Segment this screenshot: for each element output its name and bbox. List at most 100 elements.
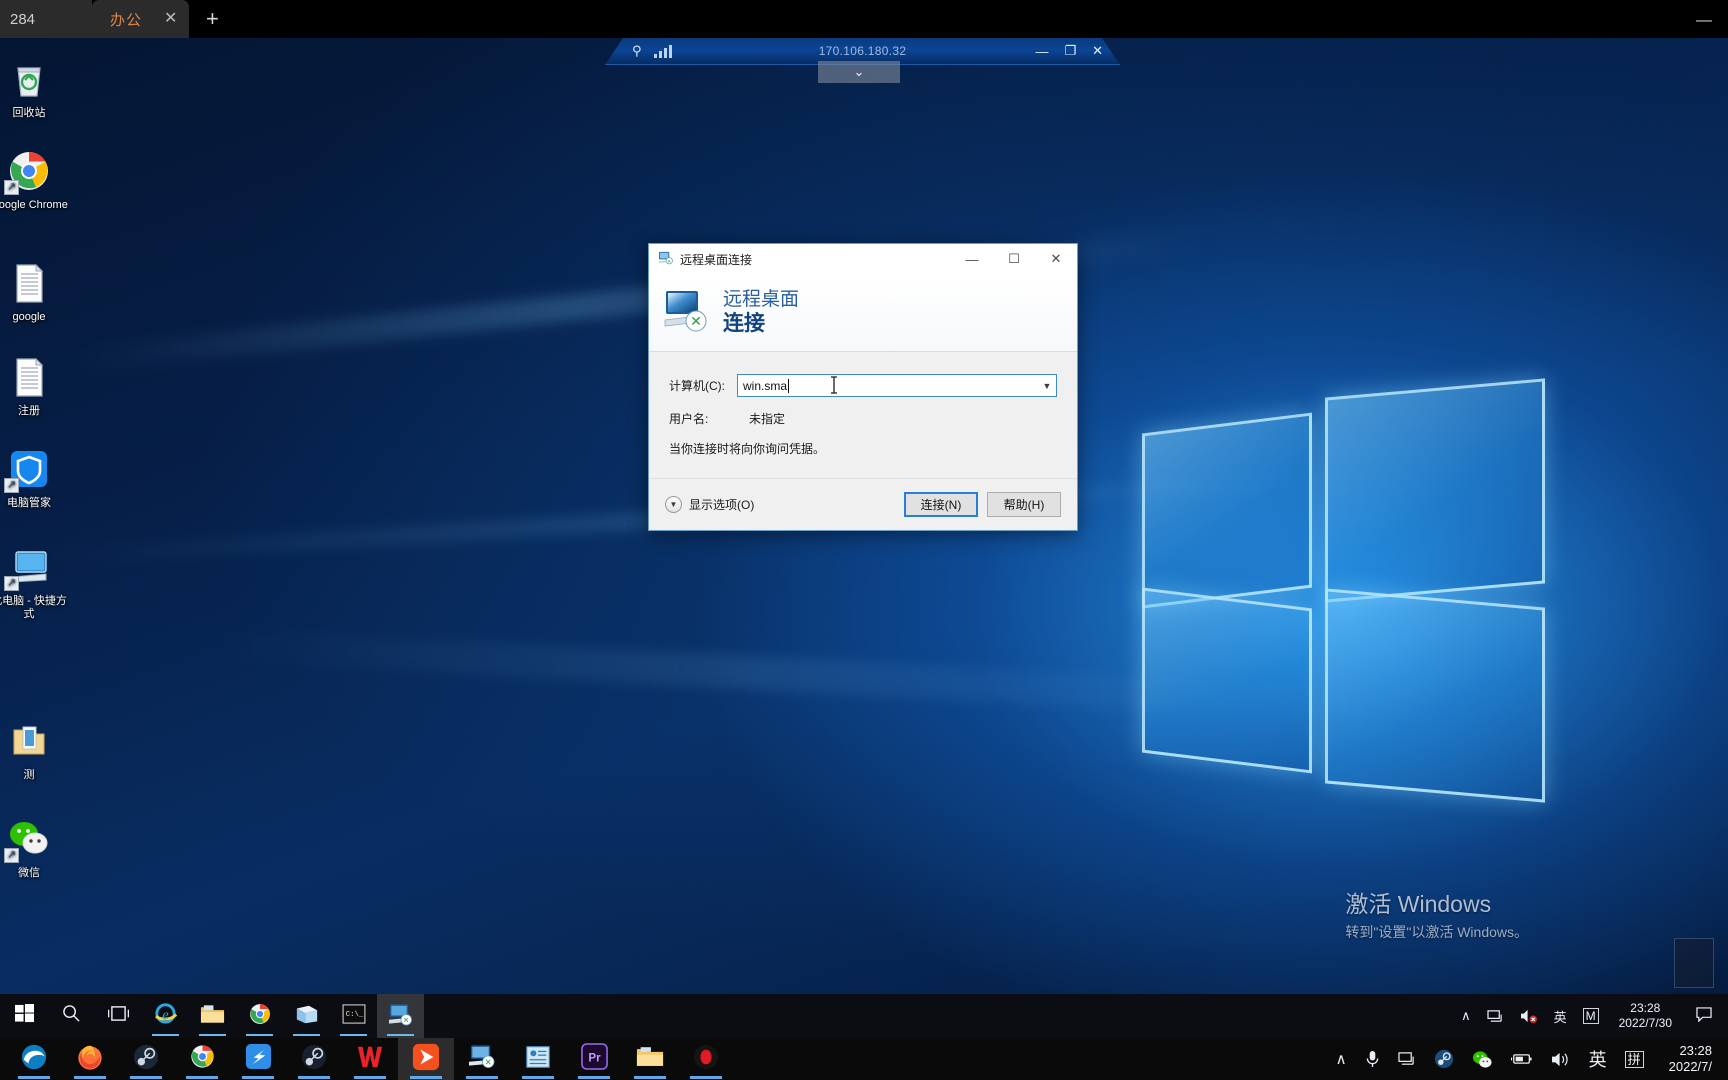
host-app-edge[interactable] <box>6 1038 62 1080</box>
new-tab-button[interactable]: + <box>189 0 235 38</box>
ime-mode-indicator[interactable]: M <box>1575 994 1607 1038</box>
text-document-icon <box>6 260 52 306</box>
taskbar-google-chrome[interactable] <box>236 994 283 1038</box>
task-view-icon <box>107 1005 130 1027</box>
internet-explorer-icon: e <box>153 1001 178 1031</box>
browser-tab-active[interactable]: 办公 ✕ <box>92 0 190 38</box>
guest-system-tray: ∧ 英 M 23:28 2022/7/30 <box>1453 994 1728 1038</box>
display-icon[interactable] <box>1389 1038 1425 1080</box>
dialog-body: 计算机(C): win.sma ▼ 用户名: 未指定 当你连接时将向你询问凭据。 <box>649 352 1077 457</box>
svg-text:C:\_: C:\_ <box>345 1010 363 1018</box>
dialog-maximize-button[interactable]: ☐ <box>993 244 1035 274</box>
host-app-premiere[interactable]: Pr <box>566 1038 622 1080</box>
activate-windows-line1: 激活 Windows <box>1345 891 1492 917</box>
host-app-steam[interactable] <box>118 1038 174 1080</box>
host-app-steam-2[interactable] <box>286 1038 342 1080</box>
taskbar-remote-desktop[interactable]: ✕ <box>377 994 424 1038</box>
start-button[interactable] <box>0 994 48 1038</box>
username-label: 用户名: <box>669 412 709 426</box>
remote-desktop-viewport: 回收站 ↗ Google Chrome <box>0 38 1728 1030</box>
desktop-icon-recycle-bin[interactable]: 回收站 <box>0 56 68 120</box>
host-app-remote-desktop[interactable]: ✕ <box>454 1038 510 1080</box>
desktop-icon-label: 注册 <box>18 405 40 417</box>
rdp-close-button[interactable]: ✕ <box>1092 43 1103 59</box>
search-button[interactable] <box>48 994 95 1038</box>
dialog-close-button[interactable]: ✕ <box>1035 244 1077 274</box>
desktop-icon-label: 电脑管家 <box>7 497 51 509</box>
wechat-icon[interactable] <box>1463 1038 1502 1080</box>
username-row: 用户名: 未指定 <box>669 410 1057 427</box>
host-ime-pinyin-label: 拼 <box>1624 1050 1644 1068</box>
taskbar-sticky-notes[interactable] <box>283 994 330 1038</box>
connect-button[interactable]: 连接(N) <box>904 492 978 517</box>
host-app-record[interactable] <box>678 1038 734 1080</box>
wechat-icon: ↗ <box>4 816 52 863</box>
rdp-restore-button[interactable]: ❐ <box>1064 43 1076 59</box>
desktop-icon-wechat[interactable]: ↗ 微信 <box>0 816 68 880</box>
shortcut-arrow-icon: ↗ <box>4 478 19 493</box>
steam-icon <box>301 1044 327 1075</box>
notification-icon[interactable] <box>1684 1006 1724 1026</box>
desktop-icon-this-pc[interactable]: ↗ 此电脑 - 快捷方式 <box>0 544 68 621</box>
wallpaper-window-pane <box>1142 412 1312 609</box>
desktop-icon-google-doc[interactable]: google <box>0 260 68 324</box>
host-app-bird[interactable] <box>230 1038 286 1080</box>
folder-icon <box>200 1003 225 1030</box>
wallpaper-window-pane <box>1325 588 1545 803</box>
host-app-file-explorer[interactable] <box>622 1038 678 1080</box>
svg-text:Pr: Pr <box>588 1052 601 1064</box>
host-ime-indicator[interactable]: 英 <box>1580 1038 1616 1080</box>
host-app-orange[interactable] <box>398 1038 454 1080</box>
chrome-icon <box>248 1002 272 1031</box>
wallpaper-window-pane <box>1325 378 1545 603</box>
guest-clock[interactable]: 23:28 2022/7/30 <box>1607 1001 1684 1031</box>
computer-input[interactable]: win.sma ▼ <box>737 374 1057 397</box>
activate-windows-watermark: 激活 Windows 转到"设置"以激活 Windows。 <box>1345 885 1528 942</box>
taskbar-file-explorer[interactable] <box>189 994 236 1038</box>
rdp-connection-bar-dropdown[interactable]: ⌄ <box>818 61 900 83</box>
tray-overflow-button[interactable]: ∧ <box>1327 1038 1356 1080</box>
chevron-down-icon[interactable]: ▼ <box>1038 375 1056 396</box>
show-options-button[interactable]: ▼ 显示选项(O) <box>665 496 754 513</box>
desktop-icon-google-chrome[interactable]: ↗ Google Chrome <box>0 148 68 212</box>
remote-desktop-icon: ✕ <box>388 1002 413 1031</box>
taskbar-command-prompt[interactable]: C:\_ <box>330 994 377 1038</box>
network-icon[interactable] <box>1479 994 1512 1038</box>
host-clock-time: 23:28 <box>1679 1043 1712 1058</box>
close-icon[interactable]: ✕ <box>164 11 177 27</box>
desktop-icon-register-doc[interactable]: 注册 <box>0 354 68 418</box>
browser-tab-partial[interactable]: 284 <box>0 0 92 38</box>
host-app-firefox[interactable] <box>62 1038 118 1080</box>
volume-muted-icon[interactable] <box>1512 994 1546 1038</box>
edge-icon <box>20 1043 48 1076</box>
battery-icon[interactable] <box>1502 1038 1542 1080</box>
host-ime-pinyin-indicator[interactable]: 拼 <box>1616 1038 1653 1080</box>
task-view-button[interactable] <box>95 994 142 1038</box>
chrome-icon <box>189 1043 216 1075</box>
premiere-icon: Pr <box>580 1043 608 1075</box>
steam-icon <box>133 1044 159 1075</box>
desktop-icon-label: 回收站 <box>12 107 46 119</box>
host-app-chrome[interactable] <box>174 1038 230 1080</box>
host-clock[interactable]: 23:28 2022/7/ <box>1653 1043 1722 1075</box>
blue-notes-icon <box>525 1044 551 1075</box>
ime-language-indicator[interactable]: 英 <box>1546 994 1575 1038</box>
dialog-footer: ▼ 显示选项(O) 连接(N) 帮助(H) <box>649 478 1077 530</box>
desktop-icon-pc-manager[interactable]: ↗ 电脑管家 <box>0 446 68 510</box>
help-button[interactable]: 帮助(H) <box>987 492 1061 517</box>
search-icon <box>62 1004 81 1028</box>
recycle-bin-icon <box>6 56 52 102</box>
browser-minimize-button[interactable]: — <box>1696 12 1712 30</box>
desktop-icon-test-folder[interactable]: 测 <box>0 718 68 782</box>
host-taskbar: ✕ Pr ∧ 英 拼 23:28 2022/7/ <box>0 1038 1728 1080</box>
tray-overflow-button[interactable]: ∧ <box>1453 994 1479 1038</box>
volume-icon[interactable] <box>1542 1038 1580 1080</box>
dialog-minimize-button[interactable]: — <box>951 244 993 274</box>
taskbar-internet-explorer[interactable]: e <box>142 994 189 1038</box>
desktop-icon-label: 此电脑 - 快捷方式 <box>0 595 67 620</box>
host-app-notes[interactable] <box>510 1038 566 1080</box>
steam-icon[interactable] <box>1425 1038 1463 1080</box>
rdp-minimize-button[interactable]: — <box>1035 44 1048 59</box>
microphone-icon[interactable] <box>1356 1038 1389 1080</box>
host-app-wps[interactable] <box>342 1038 398 1080</box>
